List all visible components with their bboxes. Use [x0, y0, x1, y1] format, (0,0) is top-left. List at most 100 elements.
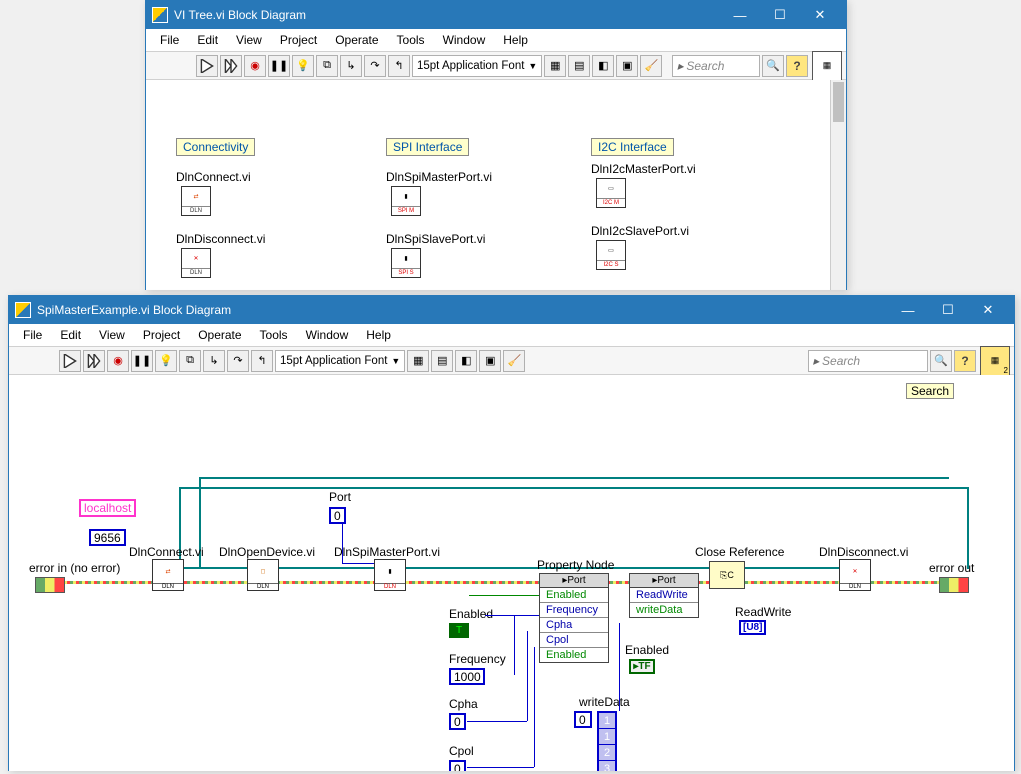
block-diagram-canvas[interactable]: Connectivity SPI Interface I2C Interface…: [146, 80, 846, 290]
constant-array-writedata[interactable]: 1 1 2 3 0: [597, 711, 617, 771]
property-node-1[interactable]: ▸ Port Enabled Frequency Cpha Cpol Enabl…: [539, 573, 609, 663]
subvi-opendevice[interactable]: ◻DLN: [247, 559, 279, 591]
menu-window[interactable]: Window: [435, 31, 494, 49]
menu-tools[interactable]: Tools: [252, 326, 296, 344]
step-over-button[interactable]: ↷: [364, 55, 386, 77]
subvi-spimasterport[interactable]: ▮DLN: [374, 559, 406, 591]
run-continuously-button[interactable]: [83, 350, 105, 372]
block-diagram-canvas[interactable]: Search localhost 9656 error in (no error…: [9, 375, 1014, 771]
step-out-button[interactable]: ↰: [388, 55, 410, 77]
help-button[interactable]: ?: [786, 55, 808, 77]
menu-view[interactable]: View: [91, 326, 133, 344]
run-button[interactable]: [196, 55, 218, 77]
vi-icon-spimaster[interactable]: ▮SPI M: [391, 186, 421, 216]
indicator-u8[interactable]: [U8]: [739, 620, 766, 635]
vi-icon-disconnect[interactable]: ✕DLN: [181, 248, 211, 278]
maximize-button[interactable]: ☐: [928, 296, 968, 324]
constant-frequency[interactable]: 1000: [449, 668, 485, 685]
run-button[interactable]: [59, 350, 81, 372]
menu-edit[interactable]: Edit: [52, 326, 89, 344]
retain-wire-values-button[interactable]: ⧉: [179, 350, 201, 372]
menu-file[interactable]: File: [152, 31, 187, 49]
close-button[interactable]: ✕: [968, 296, 1008, 324]
vi-icon-indicator[interactable]: ▦2: [980, 346, 1010, 376]
minimize-button[interactable]: —: [720, 1, 760, 29]
menu-view[interactable]: View: [228, 31, 270, 49]
vi-icon-i2cslave[interactable]: ▭I2C S: [596, 240, 626, 270]
pause-button[interactable]: ❚❚: [268, 55, 290, 77]
step-into-button[interactable]: ↳: [203, 350, 225, 372]
close-button[interactable]: ✕: [800, 1, 840, 29]
prop-row[interactable]: Enabled: [540, 588, 608, 603]
titlebar[interactable]: SpiMasterExample.vi Block Diagram — ☐ ✕: [9, 296, 1014, 324]
abort-button[interactable]: ◉: [107, 350, 129, 372]
font-dropdown[interactable]: 15pt Application Font▼: [275, 350, 405, 372]
distribute-button[interactable]: ▤: [568, 55, 590, 77]
array-cell[interactable]: 2: [599, 745, 615, 761]
align-button[interactable]: ▦: [407, 350, 429, 372]
menu-project[interactable]: Project: [272, 31, 325, 49]
vi-icon-connect[interactable]: ⇄DLN: [181, 186, 211, 216]
vi-icon-i2cmaster[interactable]: ▭I2C M: [596, 178, 626, 208]
reorder-button[interactable]: ▣: [479, 350, 501, 372]
prop-row[interactable]: Enabled: [540, 648, 608, 662]
indicator-enabled[interactable]: ▸TF: [629, 659, 655, 674]
prop-row[interactable]: Cpha: [540, 618, 608, 633]
vi-icon-indicator[interactable]: ▦: [812, 51, 842, 81]
menu-file[interactable]: File: [15, 326, 50, 344]
constant-true[interactable]: T: [449, 623, 469, 638]
run-continuously-button[interactable]: [220, 55, 242, 77]
array-cell[interactable]: 1: [599, 713, 615, 729]
pause-button[interactable]: ❚❚: [131, 350, 153, 372]
prop-row[interactable]: Cpol: [540, 633, 608, 648]
invoke-node[interactable]: ▸ Port ReadWrite writeData: [629, 573, 699, 618]
highlight-execution-button[interactable]: 💡: [292, 55, 314, 77]
array-index[interactable]: 0: [574, 711, 592, 728]
scrollbar-vertical[interactable]: [830, 80, 846, 290]
step-into-button[interactable]: ↳: [340, 55, 362, 77]
search-input[interactable]: ▸ Search: [808, 350, 928, 372]
prop-row[interactable]: ReadWrite: [630, 588, 698, 603]
retain-wire-values-button[interactable]: ⧉: [316, 55, 338, 77]
menu-tools[interactable]: Tools: [389, 31, 433, 49]
subvi-connect[interactable]: ⇄DLN: [152, 559, 184, 591]
array-cell[interactable]: 3: [599, 761, 615, 771]
prop-row[interactable]: writeData: [630, 603, 698, 617]
help-button[interactable]: ?: [954, 350, 976, 372]
step-out-button[interactable]: ↰: [251, 350, 273, 372]
menu-edit[interactable]: Edit: [189, 31, 226, 49]
resize-button[interactable]: ◧: [592, 55, 614, 77]
titlebar[interactable]: VI Tree.vi Block Diagram — ☐ ✕: [146, 1, 846, 29]
search-input[interactable]: ▸ Search: [672, 55, 760, 77]
reorder-button[interactable]: ▣: [616, 55, 638, 77]
cleanup-button[interactable]: 🧹: [640, 55, 662, 77]
constant-cpha[interactable]: 0: [449, 713, 466, 730]
terminal-error-out[interactable]: [939, 577, 969, 593]
vi-icon-spislave[interactable]: ▮SPI S: [391, 248, 421, 278]
abort-button[interactable]: ◉: [244, 55, 266, 77]
distribute-button[interactable]: ▤: [431, 350, 453, 372]
resize-button[interactable]: ◧: [455, 350, 477, 372]
cleanup-button[interactable]: 🧹: [503, 350, 525, 372]
subvi-disconnect[interactable]: ✕DLN: [839, 559, 871, 591]
highlight-execution-button[interactable]: 💡: [155, 350, 177, 372]
function-close-reference[interactable]: ⎘C: [709, 561, 745, 589]
menu-operate[interactable]: Operate: [327, 31, 386, 49]
prop-row[interactable]: Frequency: [540, 603, 608, 618]
constant-cpol[interactable]: 0: [449, 760, 466, 771]
search-icon[interactable]: 🔍: [930, 350, 952, 372]
menu-help[interactable]: Help: [358, 326, 399, 344]
constant-port[interactable]: 0: [329, 507, 346, 524]
minimize-button[interactable]: —: [888, 296, 928, 324]
menu-window[interactable]: Window: [298, 326, 357, 344]
align-button[interactable]: ▦: [544, 55, 566, 77]
constant-localhost[interactable]: localhost: [79, 499, 136, 517]
step-over-button[interactable]: ↷: [227, 350, 249, 372]
maximize-button[interactable]: ☐: [760, 1, 800, 29]
font-dropdown[interactable]: 15pt Application Font▼: [412, 55, 542, 77]
menu-help[interactable]: Help: [495, 31, 536, 49]
menu-project[interactable]: Project: [135, 326, 188, 344]
terminal-error-in[interactable]: [35, 577, 65, 593]
constant-port9656[interactable]: 9656: [89, 529, 126, 546]
array-cell[interactable]: 1: [599, 729, 615, 745]
